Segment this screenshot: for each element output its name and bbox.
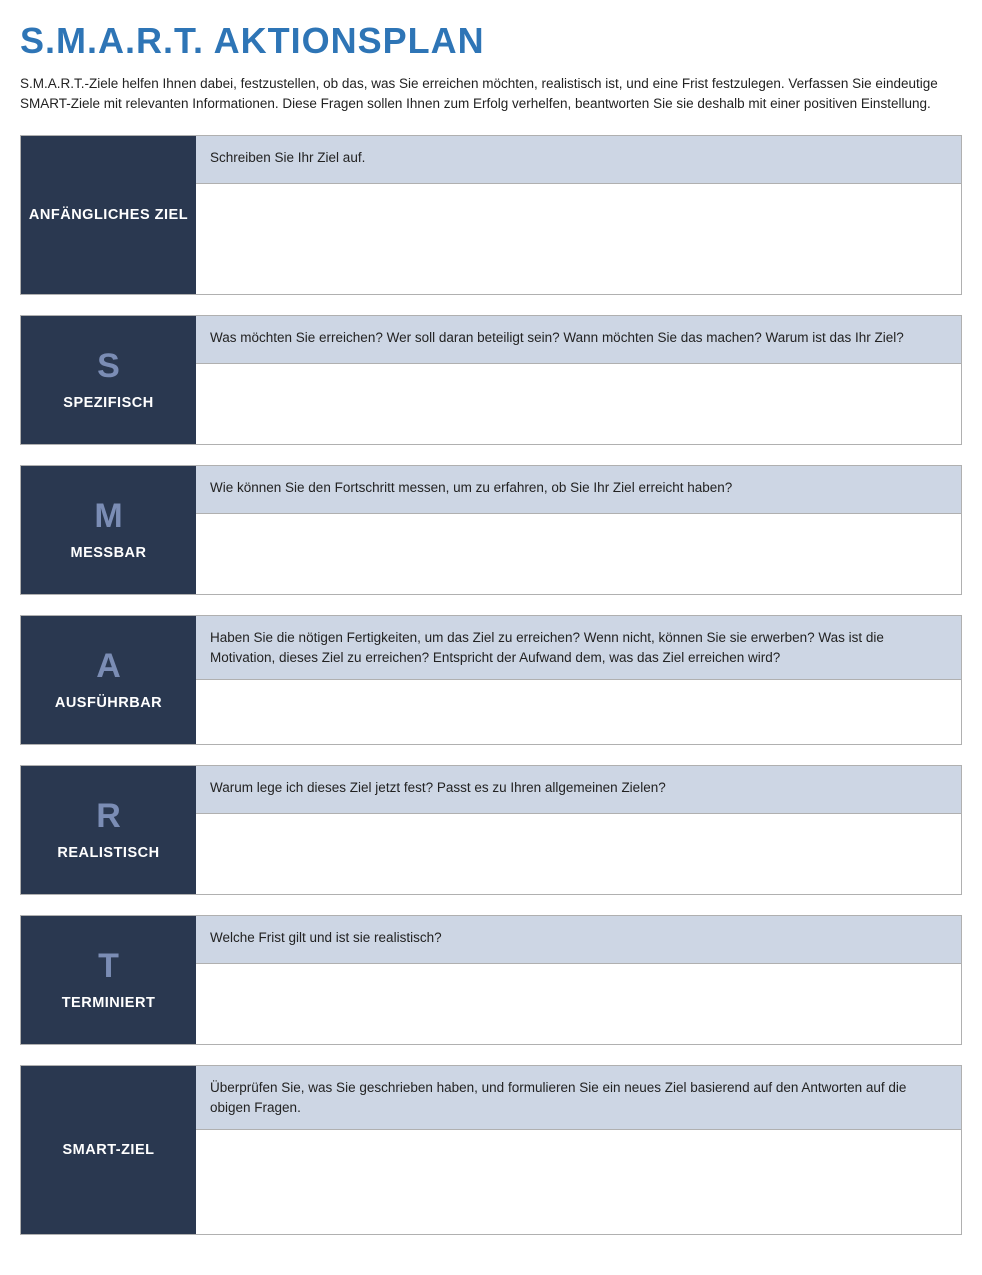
section-answer-field[interactable] [196,1130,961,1234]
section-word: AUSFÜHRBAR [55,695,162,711]
section-label: S SPEZIFISCH [21,316,196,444]
page-title: S.M.A.R.T. AKTIONSPLAN [20,20,962,62]
section-prompt: Überprüfen Sie, was Sie geschrieben habe… [196,1066,961,1130]
section-word: ANFÄNGLICHES ZIEL [29,207,188,223]
section-answer-field[interactable] [196,964,961,1044]
section-body: Schreiben Sie Ihr Ziel auf. [196,136,961,294]
section-label: T TERMINIERT [21,916,196,1044]
section-row: S SPEZIFISCH Was möchten Sie erreichen? We… [20,315,962,445]
section-label: M MESSBAR [21,466,196,594]
section-body: Warum lege ich dieses Ziel jetzt fest? P… [196,766,961,894]
section-row: M MESSBAR Wie können Sie den Fortschritt m… [20,465,962,595]
section-body: Wie können Sie den Fortschritt messen, u… [196,466,961,594]
section-prompt: Welche Frist gilt und ist sie realistisc… [196,916,961,964]
section-letter: A [96,649,121,683]
section-prompt: Was möchten Sie erreichen? Wer soll dara… [196,316,961,364]
section-word: REALISTISCH [57,845,159,861]
section-letter: R [96,799,121,833]
section-answer-field[interactable] [196,814,961,894]
section-answer-field[interactable] [196,184,961,294]
section-row: SMART-ZIEL Überprüfen Sie, was Sie geschr… [20,1065,962,1235]
intro-text: S.M.A.R.T.-Ziele helfen Ihnen dabei, fes… [20,74,960,113]
section-prompt: Wie können Sie den Fortschritt messen, u… [196,466,961,514]
section-word: SPEZIFISCH [63,395,153,411]
section-answer-field[interactable] [196,680,961,744]
section-letter: M [94,499,122,533]
section-body: Überprüfen Sie, was Sie geschrieben habe… [196,1066,961,1234]
section-prompt: Schreiben Sie Ihr Ziel auf. [196,136,961,184]
section-label: ANFÄNGLICHES ZIEL [21,136,196,294]
section-label: A AUSFÜHRBAR [21,616,196,744]
section-body: Was möchten Sie erreichen? Wer soll dara… [196,316,961,444]
section-prompt: Haben Sie die nötigen Fertigkeiten, um d… [196,616,961,680]
section-row: T TERMINIERT Welche Frist gilt und ist sie… [20,915,962,1045]
section-letter: S [97,349,120,383]
section-row: R REALISTISCH Warum lege ich dieses Ziel j… [20,765,962,895]
section-body: Welche Frist gilt und ist sie realistisc… [196,916,961,1044]
section-prompt: Warum lege ich dieses Ziel jetzt fest? P… [196,766,961,814]
section-letter: T [98,949,119,983]
section-row: ANFÄNGLICHES ZIEL Schreiben Sie Ihr Ziel … [20,135,962,295]
section-word: MESSBAR [70,545,146,561]
section-word: TERMINIERT [62,995,156,1011]
section-label: SMART-ZIEL [21,1066,196,1234]
section-answer-field[interactable] [196,364,961,444]
section-label: R REALISTISCH [21,766,196,894]
section-row: A AUSFÜHRBAR Haben Sie die nötigen Fertigk… [20,615,962,745]
section-answer-field[interactable] [196,514,961,594]
section-body: Haben Sie die nötigen Fertigkeiten, um d… [196,616,961,744]
section-word: SMART-ZIEL [63,1142,155,1158]
